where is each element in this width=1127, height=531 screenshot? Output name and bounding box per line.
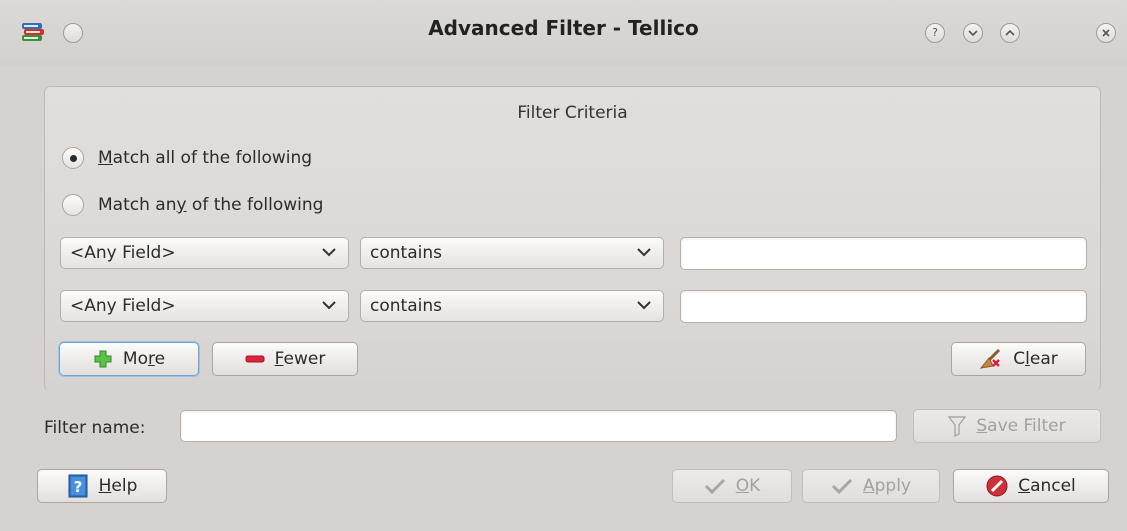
value-field-2[interactable] <box>680 290 1087 323</box>
filter-name-input[interactable] <box>180 410 897 442</box>
help-button-label: Help <box>98 476 138 496</box>
plus-icon <box>94 350 112 368</box>
fewer-button-label: Fewer <box>274 349 326 369</box>
apply-button-label: Apply <box>862 476 911 496</box>
chevron-down-icon <box>322 248 336 257</box>
cancel-button[interactable]: Cancel <box>953 469 1109 503</box>
ok-button[interactable]: OK <box>672 469 792 503</box>
operator-combo-2[interactable]: contains <box>360 290 664 322</box>
operator-combo-value: contains <box>370 296 442 316</box>
title-bar: Advanced Filter - Tellico ? <box>0 0 1127 66</box>
minimize-icon[interactable] <box>963 23 983 43</box>
filter-funnel-icon <box>948 416 967 437</box>
operator-combo-1[interactable]: contains <box>360 237 664 269</box>
match-all-radio[interactable]: Match all of the following <box>62 143 312 173</box>
maximize-icon[interactable] <box>1000 23 1020 43</box>
chevron-down-icon <box>637 248 651 257</box>
help-icon[interactable]: ? <box>925 23 945 43</box>
field-combo-value: <Any Field> <box>70 243 176 263</box>
filter-criteria-group: Filter Criteria Match all of the followi… <box>44 86 1101 391</box>
more-button[interactable]: More <box>59 342 199 376</box>
apply-button[interactable]: Apply <box>802 469 940 503</box>
cancel-icon <box>986 475 1008 497</box>
save-filter-button[interactable]: Save Filter <box>913 409 1101 443</box>
clear-button-label: Clear <box>1013 349 1058 369</box>
save-filter-label: Save Filter <box>976 416 1066 436</box>
chevron-down-icon <box>637 301 651 310</box>
chevron-down-icon <box>322 301 336 310</box>
fewer-button[interactable]: Fewer <box>212 342 358 376</box>
match-any-radio[interactable]: Match any of the following <box>62 190 323 220</box>
close-icon[interactable] <box>1096 23 1116 43</box>
svg-text:?: ? <box>73 478 82 496</box>
minus-icon <box>245 355 265 363</box>
check-icon <box>831 478 853 495</box>
match-all-label: Match all of the following <box>98 148 313 168</box>
filter-name-label: Filter name: <box>44 418 146 438</box>
radio-indicator[interactable] <box>62 147 84 169</box>
check-icon <box>704 478 725 495</box>
clear-button[interactable]: Clear <box>951 342 1086 376</box>
value-field-1[interactable] <box>680 237 1087 270</box>
help-button[interactable]: ? Help <box>37 469 167 503</box>
ok-button-label: OK <box>735 476 761 496</box>
window-title: Advanced Filter - Tellico <box>428 16 699 40</box>
match-any-label: Match any of the following <box>98 195 324 215</box>
group-title: Filter Criteria <box>517 103 628 123</box>
field-combo-1[interactable]: <Any Field> <box>60 237 349 269</box>
field-combo-2[interactable]: <Any Field> <box>60 290 349 322</box>
clear-broom-icon <box>980 348 1001 369</box>
radio-indicator[interactable] <box>62 194 84 216</box>
cancel-button-label: Cancel <box>1018 476 1076 496</box>
operator-combo-value: contains <box>370 243 442 263</box>
more-button-label: More <box>122 349 166 369</box>
field-combo-value: <Any Field> <box>70 296 176 316</box>
help-book-icon: ? <box>68 474 88 498</box>
